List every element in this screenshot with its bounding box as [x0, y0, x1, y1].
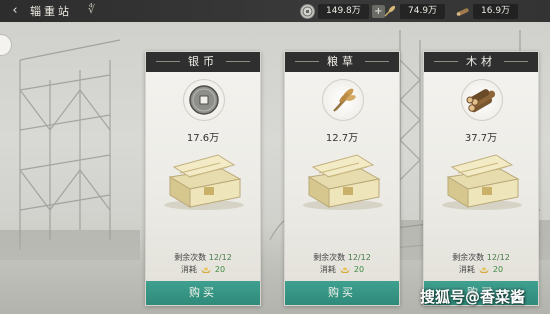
watermark: 搜狐号@香菜酱	[420, 288, 526, 306]
remaining-count: 剩余次数 12/12	[174, 253, 232, 262]
grain-icon	[382, 4, 397, 19]
shop-card-wood: 木材 37.7万 剩余次数 12/12 消耗 20 购买	[423, 51, 539, 306]
wood-value: 16.9万	[473, 3, 519, 19]
shop-card-silver: 银币 17.6万 剩余次数 12/12 消耗 20 购买	[145, 51, 261, 306]
reward-amount: 17.6万	[186, 133, 220, 144]
title-decoration-icon: ∜	[88, 3, 96, 16]
buy-button[interactable]: 购买	[285, 281, 399, 305]
resource-grain: 74.9万	[382, 2, 446, 20]
grain-bundle-icon	[322, 79, 364, 121]
gold-ingot-icon	[339, 267, 350, 273]
silver-coin-icon	[183, 79, 225, 121]
remaining-count: 剩余次数 12/12	[452, 253, 510, 262]
resource-silver: 149.8万 +	[300, 2, 385, 20]
wood-logs-icon	[461, 79, 503, 121]
shop-card-grain: 粮草 12.7万 剩余次数 12/12 消耗 20 购买	[284, 51, 400, 306]
page-title: 辎重站	[30, 5, 72, 18]
silver-value: 149.8万	[318, 3, 369, 19]
treasure-chest-icon	[303, 154, 383, 210]
cost-row: 消耗 20	[180, 265, 226, 274]
coin-icon	[300, 3, 315, 19]
remaining-count: 剩余次数 12/12	[313, 253, 371, 262]
card-title: 粮草	[285, 52, 399, 72]
treasure-chest-icon	[442, 154, 522, 210]
reward-amount: 12.7万	[325, 133, 359, 144]
resource-wood: 16.9万	[455, 2, 519, 20]
top-bar: ‹ 辎重站 ∜ 149.8万 + 74.9万 16.9万	[0, 0, 550, 22]
wood-icon	[455, 4, 470, 19]
gold-ingot-icon	[200, 267, 211, 273]
card-title: 木材	[424, 52, 538, 72]
back-arrow-icon[interactable]: ‹	[5, 3, 25, 19]
gold-ingot-icon	[478, 267, 489, 273]
cost-row: 消耗 20	[458, 265, 504, 274]
cost-row: 消耗 20	[319, 265, 365, 274]
card-title: 银币	[146, 52, 260, 72]
buy-button[interactable]: 购买	[146, 281, 260, 305]
grain-value: 74.9万	[400, 3, 446, 19]
reward-amount: 37.7万	[464, 133, 498, 144]
treasure-chest-icon	[164, 154, 244, 210]
